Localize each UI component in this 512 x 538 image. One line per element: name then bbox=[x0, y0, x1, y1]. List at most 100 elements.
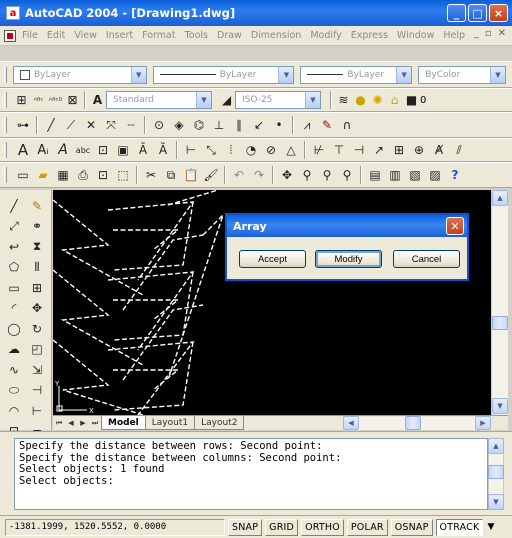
stretch-icon[interactable]: ⇲ bbox=[26, 360, 48, 380]
redo-icon[interactable]: ↷ bbox=[249, 165, 269, 185]
close-button[interactable]: × bbox=[489, 4, 508, 22]
rotate-icon[interactable]: ↻ bbox=[26, 319, 48, 339]
horizontal-scrollbar[interactable]: ◀ ▶ bbox=[343, 416, 491, 430]
hscroll-thumb[interactable] bbox=[405, 416, 421, 430]
otrack-toggle[interactable]: OTRACK bbox=[435, 518, 484, 536]
menu-view[interactable]: View bbox=[74, 30, 97, 41]
accept-button[interactable]: Accept bbox=[239, 250, 306, 268]
menu-express[interactable]: Express bbox=[351, 30, 388, 41]
draw-arc-icon[interactable]: ◜ bbox=[3, 299, 25, 319]
text-a-icon[interactable]: A bbox=[13, 140, 33, 160]
scroll-up-icon[interactable]: ▲ bbox=[492, 190, 508, 206]
tab-model[interactable]: Model bbox=[101, 416, 146, 430]
current-layer[interactable]: 0 bbox=[420, 95, 426, 106]
extend-icon[interactable]: ⊢ bbox=[26, 401, 48, 421]
text-ai-icon[interactable]: Aᵢ bbox=[33, 140, 53, 160]
draw-rectangle-icon[interactable]: ▭ bbox=[3, 278, 25, 298]
match-props-icon[interactable]: 🖌 bbox=[201, 165, 221, 185]
mirror-icon[interactable]: ⧗ bbox=[26, 237, 48, 257]
tangent-icon[interactable]: ⊥ bbox=[209, 115, 229, 135]
zoom-realtime-icon[interactable]: ⚲ bbox=[297, 165, 317, 185]
tolerance-icon[interactable]: ⊞ bbox=[389, 140, 409, 160]
vertical-scrollbar[interactable]: ▲ ▼ bbox=[491, 190, 508, 415]
coordinate-readout[interactable]: -1381.1999, 1520.5552, 0.0000 bbox=[5, 518, 225, 536]
erase-icon[interactable]: ✎ bbox=[26, 196, 48, 216]
lineweight-combo[interactable]: ByLayer ▼ bbox=[300, 65, 413, 84]
tab-layout2[interactable]: Layout2 bbox=[194, 416, 245, 430]
tool-palettes-icon[interactable]: ▧ bbox=[405, 165, 425, 185]
scroll-thumb[interactable] bbox=[492, 316, 508, 330]
chevron-down-icon[interactable]: ▼ bbox=[130, 66, 146, 83]
line-icon[interactable]: ╱ bbox=[41, 115, 61, 135]
area-icon[interactable]: ⊞ bbox=[13, 90, 30, 110]
quick-dim-icon[interactable]: ⊬ bbox=[309, 140, 329, 160]
tab-next-icon[interactable]: ▶ bbox=[77, 417, 89, 430]
undo-icon[interactable]: ↶ bbox=[229, 165, 249, 185]
tab-prev-icon[interactable]: ◀ bbox=[65, 417, 77, 430]
leader-icon[interactable]: ↗ bbox=[369, 140, 389, 160]
node-icon[interactable]: • bbox=[269, 115, 289, 135]
snap-toggle[interactable]: SNAP bbox=[228, 518, 263, 536]
paste-icon[interactable]: 📋 bbox=[181, 165, 201, 185]
osnap-toggle[interactable]: OSNAP bbox=[390, 518, 433, 536]
menu-tools[interactable]: Tools bbox=[185, 30, 208, 41]
linear-dim-icon[interactable]: ⊢ bbox=[181, 140, 201, 160]
draw-polyline-icon[interactable]: ↩ bbox=[3, 237, 25, 257]
dbconnect-icon[interactable]: ▨ bbox=[425, 165, 445, 185]
menu-format[interactable]: Format bbox=[142, 30, 175, 41]
command-history[interactable]: Specify the distance between rows: Secon… bbox=[14, 438, 488, 510]
ruler-icon[interactable]: ⊠ bbox=[64, 90, 81, 110]
pan-icon[interactable]: ✥ bbox=[277, 165, 297, 185]
copy-object-icon[interactable]: ⚭ bbox=[26, 217, 48, 237]
draw-ellipse-arc-icon[interactable]: ◠ bbox=[3, 401, 25, 421]
text-style-icon[interactable]: A bbox=[89, 90, 106, 110]
find-text-icon[interactable]: ⊡ bbox=[93, 140, 113, 160]
zoom-previous-icon[interactable]: ⚲ bbox=[337, 165, 357, 185]
dim-style-combo[interactable]: ISO-25 ▼ bbox=[235, 91, 321, 109]
snap-center-icon[interactable]: ◈ bbox=[169, 115, 189, 135]
draw-ellipse-icon[interactable]: ⬭ bbox=[3, 381, 25, 401]
maximize-button[interactable]: □ bbox=[468, 4, 487, 22]
layer-color-icon[interactable]: ■ bbox=[403, 90, 420, 110]
ortho-toggle[interactable]: ORTHO bbox=[301, 518, 344, 536]
multiline-icon[interactable]: ⤧ bbox=[101, 115, 121, 135]
polar-toggle[interactable]: POLAR bbox=[346, 518, 388, 536]
cmd-scroll-thumb[interactable] bbox=[488, 465, 504, 479]
move-icon[interactable]: ✥ bbox=[26, 299, 48, 319]
minimize-button[interactable]: _ bbox=[447, 4, 466, 22]
plotstyle-combo[interactable]: ByColor ▼ bbox=[418, 65, 506, 84]
mdi-close-icon[interactable]: ✕ bbox=[498, 28, 506, 39]
snap-none-icon[interactable]: ∩ bbox=[337, 115, 357, 135]
mdi-minimize-icon[interactable]: _ bbox=[474, 28, 479, 39]
spellcheck-icon[interactable]: abc bbox=[73, 140, 93, 160]
copy-icon[interactable]: ⧉ bbox=[161, 165, 181, 185]
distance-icon[interactable]: ⊶ bbox=[13, 115, 33, 135]
publish-icon[interactable]: ⬚ bbox=[113, 165, 133, 185]
ordinate-dim-icon[interactable]: ⦙ bbox=[221, 140, 241, 160]
menu-window[interactable]: Window bbox=[397, 30, 434, 41]
autocad-app-icon[interactable]: a bbox=[6, 6, 20, 20]
mdi-restore-icon[interactable]: ▫ bbox=[485, 28, 492, 39]
baseline-dim-icon[interactable]: ⊤ bbox=[329, 140, 349, 160]
chevron-down-icon[interactable]: ▼ bbox=[396, 66, 412, 83]
grid-toggle[interactable]: GRID bbox=[265, 518, 299, 536]
new-icon[interactable]: ▭ bbox=[13, 165, 33, 185]
layer-combo[interactable]: ByLayer ▼ bbox=[13, 65, 147, 84]
ray-icon[interactable]: ⟋ bbox=[61, 115, 81, 135]
nearest-icon[interactable]: ⩘ bbox=[297, 115, 317, 135]
diameter-dim-icon[interactable]: ⊘ bbox=[261, 140, 281, 160]
toolbar-grip[interactable] bbox=[4, 92, 7, 108]
scroll-down-icon[interactable]: ▼ bbox=[488, 494, 504, 510]
dashed-line-icon[interactable]: ┈ bbox=[121, 115, 141, 135]
center-mark-icon[interactable]: ⊕ bbox=[409, 140, 429, 160]
preview-icon[interactable]: ⊡ bbox=[93, 165, 113, 185]
scroll-up-icon[interactable]: ▲ bbox=[488, 438, 504, 454]
print-icon[interactable]: ⎙ bbox=[73, 165, 93, 185]
dim-style-icon[interactable]: ◢ bbox=[218, 90, 235, 110]
menu-draw[interactable]: Draw bbox=[217, 30, 242, 41]
cancel-button[interactable]: Cancel bbox=[393, 250, 460, 268]
chevron-down-icon[interactable]: ▼ bbox=[278, 66, 294, 83]
continue-dim-icon[interactable]: ⊣ bbox=[349, 140, 369, 160]
help-icon[interactable]: ? bbox=[445, 165, 465, 185]
trim-icon[interactable]: ⊣ bbox=[26, 381, 48, 401]
